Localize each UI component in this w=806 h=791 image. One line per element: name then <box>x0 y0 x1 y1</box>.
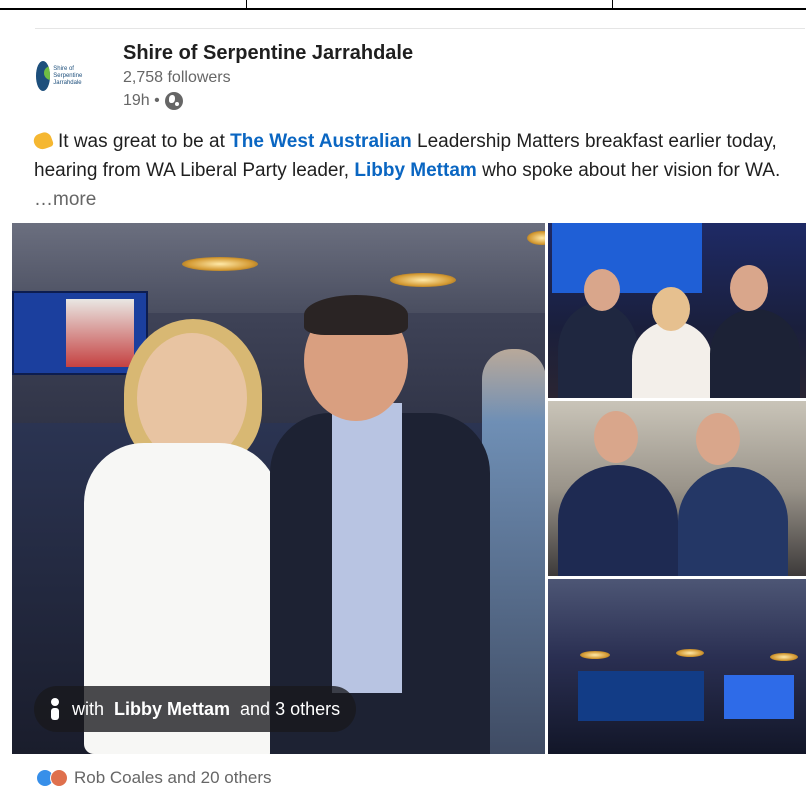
person-face <box>696 413 740 465</box>
photo-thumbnail[interactable] <box>548 223 806 398</box>
tagged-people-button[interactable]: with Libby Mettam and 3 others <box>34 686 357 732</box>
person-face <box>730 265 768 311</box>
photo-thumbnail[interactable] <box>548 401 806 576</box>
photo-thumbnail[interactable] <box>548 579 806 754</box>
stage-screen <box>578 671 704 721</box>
see-more-link[interactable]: …more <box>34 189 96 210</box>
body-text: who spoke about her vision for WA. <box>476 160 781 181</box>
time-text: 19h • <box>123 92 160 109</box>
person-icon <box>48 698 62 720</box>
tag-prefix: with <box>72 698 105 719</box>
person-face <box>594 411 638 463</box>
background-person <box>482 349 545 754</box>
table-divider <box>246 0 247 10</box>
chandelier <box>182 257 258 271</box>
chandelier <box>580 651 610 659</box>
reactions-text: Rob Coales and 20 others <box>74 768 272 787</box>
person-body <box>558 303 638 398</box>
follower-count: 2,758 followers <box>123 69 231 86</box>
chandelier <box>676 649 704 657</box>
person-shirt <box>332 403 402 693</box>
person-body <box>558 465 678 576</box>
reactions-summary[interactable]: Rob Coales and 20 others <box>36 768 272 788</box>
chandelier <box>390 273 456 287</box>
body-text: It was great to be at <box>58 131 231 152</box>
table-divider <box>612 0 613 10</box>
post-body: It was great to be at The West Australia… <box>31 127 794 214</box>
mention-libby-mettam[interactable]: Libby Mettam <box>354 160 476 181</box>
clap-icon <box>31 130 55 152</box>
globe-icon <box>164 92 183 110</box>
tag-suffix: and 3 others <box>240 698 341 719</box>
main-photo[interactable]: with Libby Mettam and 3 others <box>12 223 545 754</box>
person-hair <box>304 295 408 335</box>
card-divider <box>35 28 805 29</box>
person-face <box>652 287 690 331</box>
tree-logo-icon <box>36 61 51 91</box>
tag-name: Libby Mettam <box>114 698 231 719</box>
chandelier <box>770 653 798 661</box>
poster <box>66 299 134 367</box>
event-screen <box>12 291 148 375</box>
logo-text: Shire of Serpentine Jarrahdale <box>53 65 83 86</box>
person-body <box>632 321 712 398</box>
person-face <box>584 269 620 311</box>
event-screen <box>552 223 702 293</box>
stage-screen <box>724 675 794 719</box>
support-icon <box>50 769 68 787</box>
top-table-border <box>0 0 806 10</box>
person-body <box>678 467 788 576</box>
post-timestamp: 19h • <box>123 92 183 110</box>
photo-grid: with Libby Mettam and 3 others <box>12 223 806 754</box>
org-avatar[interactable]: Shire of Serpentine Jarrahdale <box>36 58 92 94</box>
org-name-link[interactable]: Shire of Serpentine Jarrahdale <box>123 42 413 65</box>
person-body <box>710 309 800 398</box>
mention-west-australian[interactable]: The West Australian <box>230 131 412 152</box>
